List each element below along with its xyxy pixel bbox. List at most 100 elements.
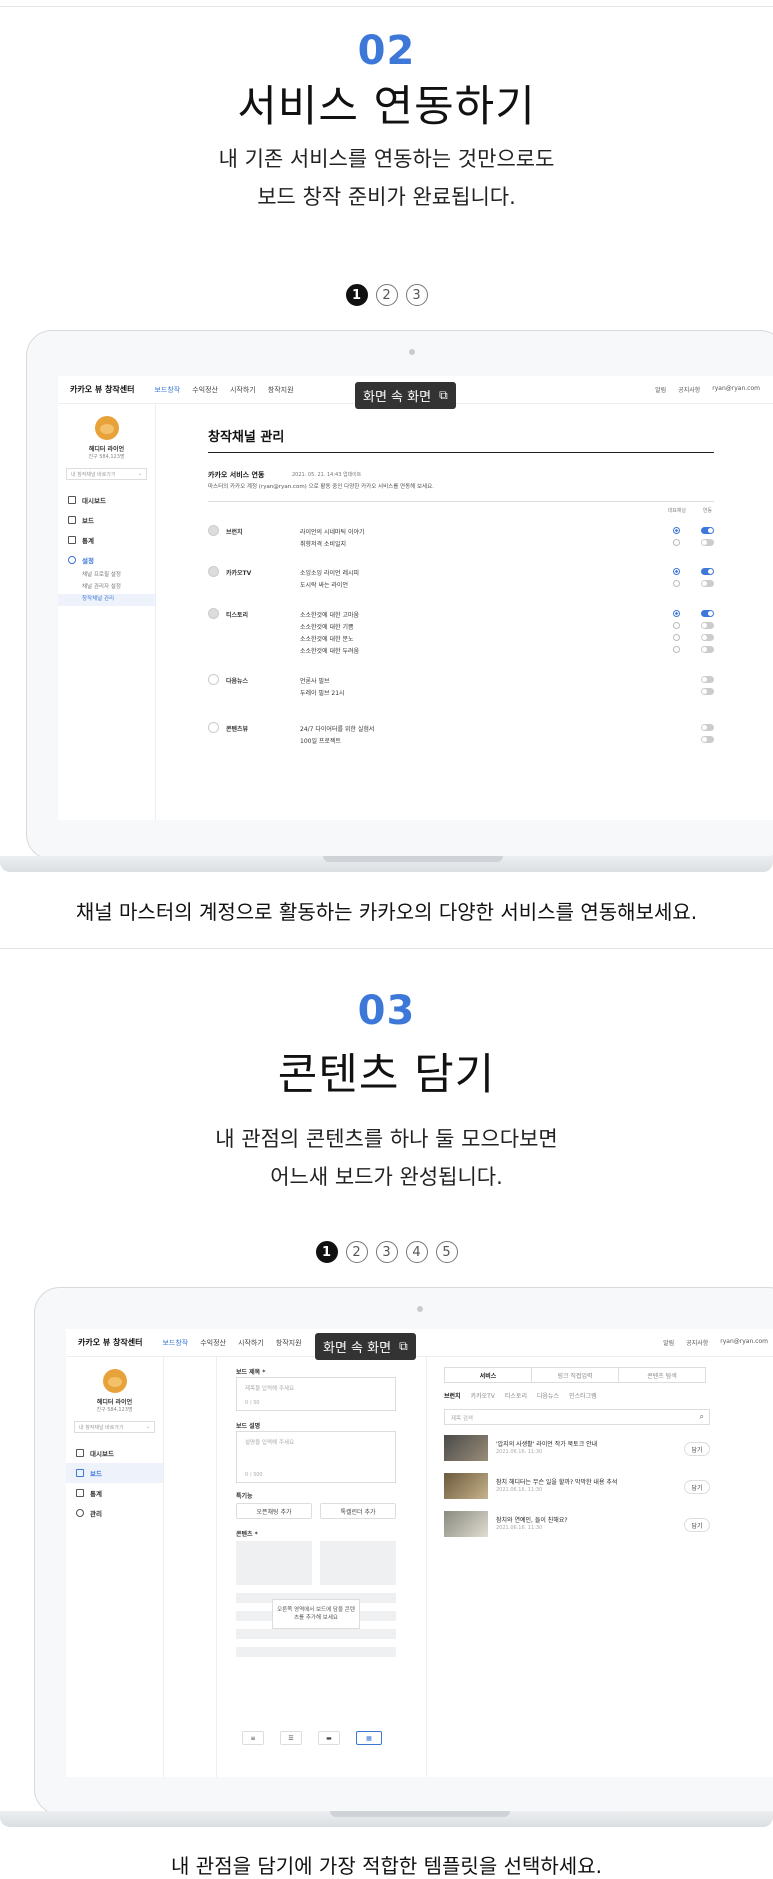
primary-radio[interactable] — [673, 610, 680, 617]
nav-start[interactable]: 시작하기 — [238, 1338, 264, 1348]
primary-radio[interactable] — [673, 646, 680, 653]
add-openchat-button[interactable]: 오픈채팅 추가 — [236, 1503, 312, 1519]
nav-board[interactable]: 보드창작 — [154, 385, 180, 395]
layout-list-icon[interactable]: ≡ — [242, 1731, 264, 1745]
avatar[interactable] — [102, 1369, 127, 1393]
primary-radio[interactable] — [673, 527, 680, 534]
article-title[interactable]: 참치 헤디터는 무슨 일을 할까? 막막한 내용 추석 — [496, 1477, 617, 1486]
laptop-frame: 카카오 뷰 창작센터 보드창작 수익정산 시작하기 창작지원 알림 공지사항 r… — [34, 1287, 773, 1815]
step-dot[interactable]: 2 — [375, 284, 398, 306]
avatar[interactable] — [94, 416, 119, 440]
sidebar-item-dashboard[interactable]: 대시보드 — [66, 1443, 163, 1463]
list-item: '압지의 사생활' 라이언 작가 북토크 안내 2021.06.16. 11:3… — [444, 1435, 710, 1465]
link-toggle[interactable] — [701, 622, 714, 629]
nav-revenue[interactable]: 수익정산 — [200, 1338, 226, 1348]
notice-link[interactable]: 공지사항 — [686, 1338, 708, 1347]
link-toggle[interactable] — [701, 580, 714, 587]
search-input[interactable]: 제목 검색 ⌕ — [444, 1409, 710, 1425]
sidebar-item-stats[interactable]: 통계 — [58, 530, 155, 550]
link-title: 카카오 서비스 연동 — [208, 471, 265, 479]
step-dot[interactable]: 5 — [435, 1241, 458, 1263]
content-slot[interactable] — [236, 1541, 312, 1585]
subtab-daumnews[interactable]: 다음뉴스 — [537, 1391, 559, 1400]
link-toggle[interactable] — [701, 539, 714, 546]
article-title[interactable]: '압지의 사생활' 라이언 작가 북토크 안내 — [496, 1439, 597, 1448]
link-toggle[interactable] — [701, 634, 714, 641]
nav-board[interactable]: 보드창작 — [162, 1338, 188, 1348]
account-menu[interactable]: ryan@ryan.com — [720, 1338, 768, 1347]
brand-logo[interactable]: 카카오 뷰 창작센터 — [78, 1337, 142, 1348]
board-title-input[interactable]: 제목을 입력해 주세요 0 / 30 — [236, 1377, 396, 1411]
sidebar-item-stats[interactable]: 통계 — [66, 1483, 163, 1503]
tistory-icon — [208, 608, 219, 619]
tab-service[interactable]: 서비스 — [445, 1368, 532, 1382]
primary-radio[interactable] — [673, 634, 680, 641]
channel-select[interactable]: 내 창작채널 바로가기 ⌄ — [74, 1421, 155, 1433]
sidebar-sub-profile[interactable]: 채널 프로필 설정 — [58, 570, 155, 582]
subtab-instagram[interactable]: 인스타그램 — [569, 1391, 597, 1400]
link-toggle[interactable] — [701, 688, 714, 695]
link-toggle[interactable] — [701, 676, 714, 683]
primary-radio[interactable] — [673, 580, 680, 587]
nav-start[interactable]: 시작하기 — [230, 385, 256, 395]
link-toggle[interactable] — [701, 646, 714, 653]
sidebar-item-dashboard[interactable]: 대시보드 — [58, 490, 155, 510]
content-slot[interactable] — [236, 1647, 396, 1657]
layout-grid-icon[interactable]: ▦ — [356, 1731, 382, 1745]
add-content-button[interactable]: 담기 — [684, 1518, 710, 1532]
alarm-link[interactable]: 알림 — [663, 1338, 674, 1347]
link-toggle[interactable] — [701, 527, 714, 534]
add-content-button[interactable]: 담기 — [684, 1442, 710, 1456]
subtab-brunch[interactable]: 브런치 — [444, 1391, 461, 1400]
tab-content-explore[interactable]: 콘텐츠 탐색 — [619, 1368, 705, 1382]
service-name: 다음뉴스 — [226, 678, 249, 685]
alarm-link[interactable]: 알림 — [655, 385, 666, 394]
content-slot[interactable] — [320, 1541, 396, 1585]
subtab-tistory[interactable]: 티스토리 — [505, 1391, 527, 1400]
primary-radio[interactable] — [673, 539, 680, 546]
link-toggle[interactable] — [701, 736, 714, 743]
pip-overlay[interactable]: 화면 속 화면 ⧉ — [315, 1333, 416, 1360]
tab-link-input[interactable]: 링크 직접입력 — [532, 1368, 619, 1382]
step-dot[interactable]: 3 — [375, 1241, 398, 1263]
camera — [409, 349, 415, 355]
nav-support[interactable]: 창작지원 — [268, 385, 294, 395]
sidebar-sub-channel[interactable]: 창작채널 관리 — [58, 594, 155, 606]
sidebar-item-settings[interactable]: 설정 — [58, 550, 155, 570]
link-toggle[interactable] — [701, 724, 714, 731]
content-slot[interactable] — [236, 1629, 396, 1639]
search-icon[interactable]: ⌕ — [700, 1412, 704, 1422]
primary-radio[interactable] — [673, 568, 680, 575]
step-dot[interactable]: 2 — [345, 1241, 368, 1263]
step-dot-active[interactable]: 1 — [345, 284, 368, 306]
step-dot-active[interactable]: 1 — [315, 1241, 338, 1263]
layout-bullets-icon[interactable]: ☰ — [280, 1731, 302, 1745]
nav-support[interactable]: 창작지원 — [276, 1338, 302, 1348]
board-desc-input[interactable]: 설명을 입력해 주세요 0 / 300 — [236, 1431, 396, 1483]
add-content-button[interactable]: 담기 — [684, 1480, 710, 1494]
step-indicator: 1 2 3 4 5 — [0, 1241, 773, 1263]
link-toggle[interactable] — [701, 568, 714, 575]
section-divider — [0, 948, 773, 949]
nav-revenue[interactable]: 수익정산 — [192, 385, 218, 395]
sidebar-item-board[interactable]: 보드 — [58, 510, 155, 530]
service-item: 소잉소잉 라이언 레시피 — [300, 570, 360, 577]
brand-logo[interactable]: 카카오 뷰 창작센터 — [70, 384, 134, 395]
primary-radio[interactable] — [673, 622, 680, 629]
notice-link[interactable]: 공지사항 — [678, 385, 700, 394]
step-dot[interactable]: 4 — [405, 1241, 428, 1263]
sidebar-item-board[interactable]: 보드 — [66, 1463, 163, 1483]
subtab-kakaotv[interactable]: 카카오TV — [471, 1391, 495, 1400]
add-talkcalendar-button[interactable]: 톡캘린더 추가 — [320, 1503, 396, 1519]
col-header-primary: 대표채널 — [667, 508, 686, 514]
article-title[interactable]: 참치와 연예인, 들이 친해요? — [496, 1515, 568, 1524]
account-menu[interactable]: ryan@ryan.com — [712, 385, 760, 394]
channel-select[interactable]: 내 창작채널 바로가기 ⌄ — [66, 468, 147, 480]
link-toggle[interactable] — [701, 610, 714, 617]
sidebar-item-manage[interactable]: 관리 — [66, 1503, 163, 1523]
layout-card-icon[interactable]: ▬ — [318, 1731, 340, 1745]
char-count: 0 / 30 — [245, 1400, 260, 1406]
step-dot[interactable]: 3 — [405, 284, 428, 306]
sidebar-sub-admin[interactable]: 채널 관리자 설정 — [58, 582, 155, 594]
kakaotv-icon — [208, 566, 219, 577]
